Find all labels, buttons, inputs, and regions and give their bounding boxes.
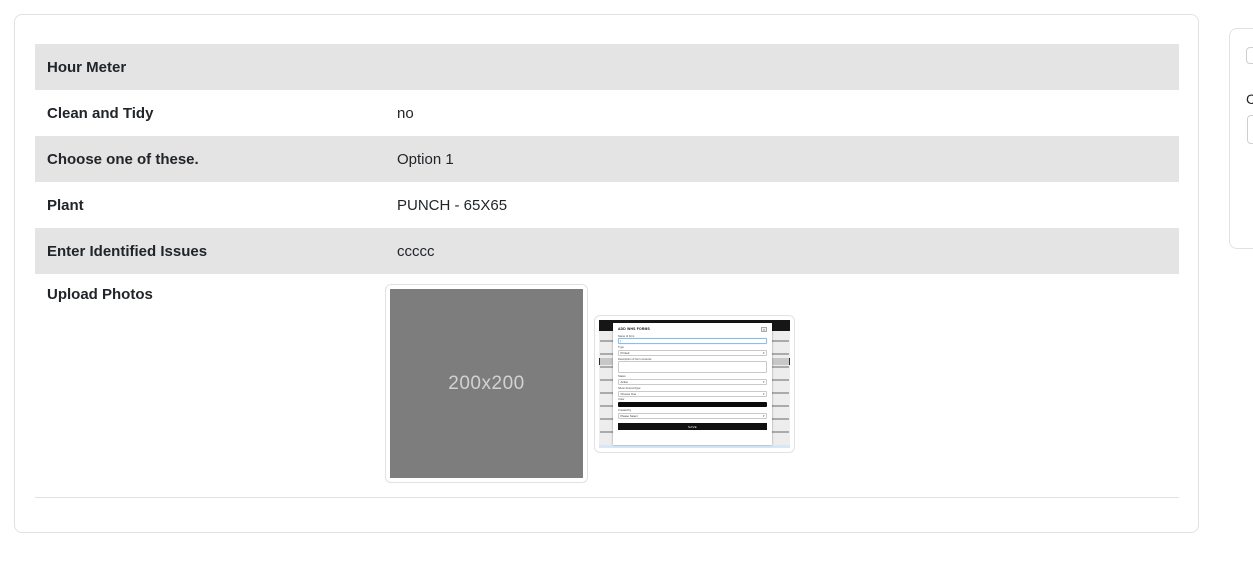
- mini-save-button: SAVE: [618, 423, 767, 430]
- mini-modal-add-whs-forms: ADD WHS FORMS x Name of form | Type: [613, 323, 772, 445]
- side-panel-button[interactable]: [1246, 47, 1253, 64]
- chevron-down-icon: ▾: [763, 414, 765, 418]
- chevron-down-icon: ▾: [763, 380, 765, 384]
- row-label: Upload Photos: [35, 274, 385, 315]
- mini-color-picker: [618, 402, 767, 407]
- mini-field-label: Show Source/Type: [618, 387, 767, 390]
- close-icon: x: [761, 327, 767, 332]
- screenshot-bottom-strip: [599, 445, 790, 448]
- select-value: Active: [621, 380, 629, 384]
- row-value: ccccc: [385, 231, 1179, 272]
- chevron-down-icon: ▾: [763, 392, 765, 396]
- side-panel-input[interactable]: [1247, 115, 1253, 144]
- mini-type-select: Printed ▾: [618, 350, 767, 356]
- table-row-identified-issues: Enter Identified Issues ccccc: [35, 228, 1179, 274]
- text-cursor: |: [621, 339, 622, 343]
- row-value: PUNCH - 65X65: [385, 185, 1179, 226]
- chevron-down-icon: ▾: [763, 351, 765, 355]
- mini-status-select: Active ▾: [618, 379, 767, 385]
- mini-source-type-select: Choose One ▾: [618, 391, 767, 397]
- side-panel-card: C: [1229, 28, 1253, 249]
- select-value: Choose One: [621, 392, 637, 396]
- select-value: Please Select: [621, 414, 638, 418]
- mini-field-label: Color: [618, 398, 767, 401]
- table-row-clean-and-tidy: Clean and Tidy no: [35, 90, 1179, 136]
- row-label: Clean and Tidy: [35, 93, 385, 134]
- row-value: Option 1: [385, 139, 1179, 180]
- row-value: [385, 55, 1179, 79]
- row-label: Enter Identified Issues: [35, 231, 385, 272]
- table-row-upload-photos: Upload Photos 200x200: [35, 274, 1179, 498]
- photo-thumbnail-placeholder[interactable]: 200x200: [385, 284, 588, 483]
- mini-field-label: Description of form contents: [618, 358, 767, 361]
- mini-field-label: Status: [618, 375, 767, 378]
- side-panel-label: C: [1246, 91, 1253, 107]
- mini-field-label: Name of form: [618, 335, 767, 338]
- mini-name-input: |: [618, 338, 767, 344]
- screenshot-image: ADD WHS FORMS x Name of form | Type: [599, 320, 790, 448]
- placeholder-image: 200x200: [390, 289, 583, 478]
- select-value: Printed: [621, 351, 630, 355]
- mini-modal-title: ADD WHS FORMS: [618, 327, 650, 331]
- table-row-plant: Plant PUNCH - 65X65: [35, 182, 1179, 228]
- table-row-choose-one: Choose one of these. Option 1: [35, 136, 1179, 182]
- detail-table: Hour Meter Clean and Tidy no Choose one …: [35, 44, 1179, 498]
- row-label: Choose one of these.: [35, 139, 385, 180]
- mini-description-textarea: [618, 361, 767, 373]
- table-row-hour-meter: Hour Meter: [35, 44, 1179, 90]
- placeholder-image-text: 200x200: [448, 373, 524, 395]
- mini-field-label: Type: [618, 346, 767, 349]
- row-label: Plant: [35, 185, 385, 226]
- uploaded-photos-list: 200x200 ADD WHS FORMS x: [385, 274, 1179, 483]
- inspection-detail-card: Hour Meter Clean and Tidy no Choose one …: [14, 14, 1199, 533]
- mini-created-by-select: Please Select ▾: [618, 413, 767, 419]
- row-label: Hour Meter: [35, 47, 385, 88]
- photo-thumbnail-screenshot[interactable]: ADD WHS FORMS x Name of form | Type: [594, 315, 795, 453]
- row-value: no: [385, 93, 1179, 134]
- mini-field-label: Created by: [618, 409, 767, 412]
